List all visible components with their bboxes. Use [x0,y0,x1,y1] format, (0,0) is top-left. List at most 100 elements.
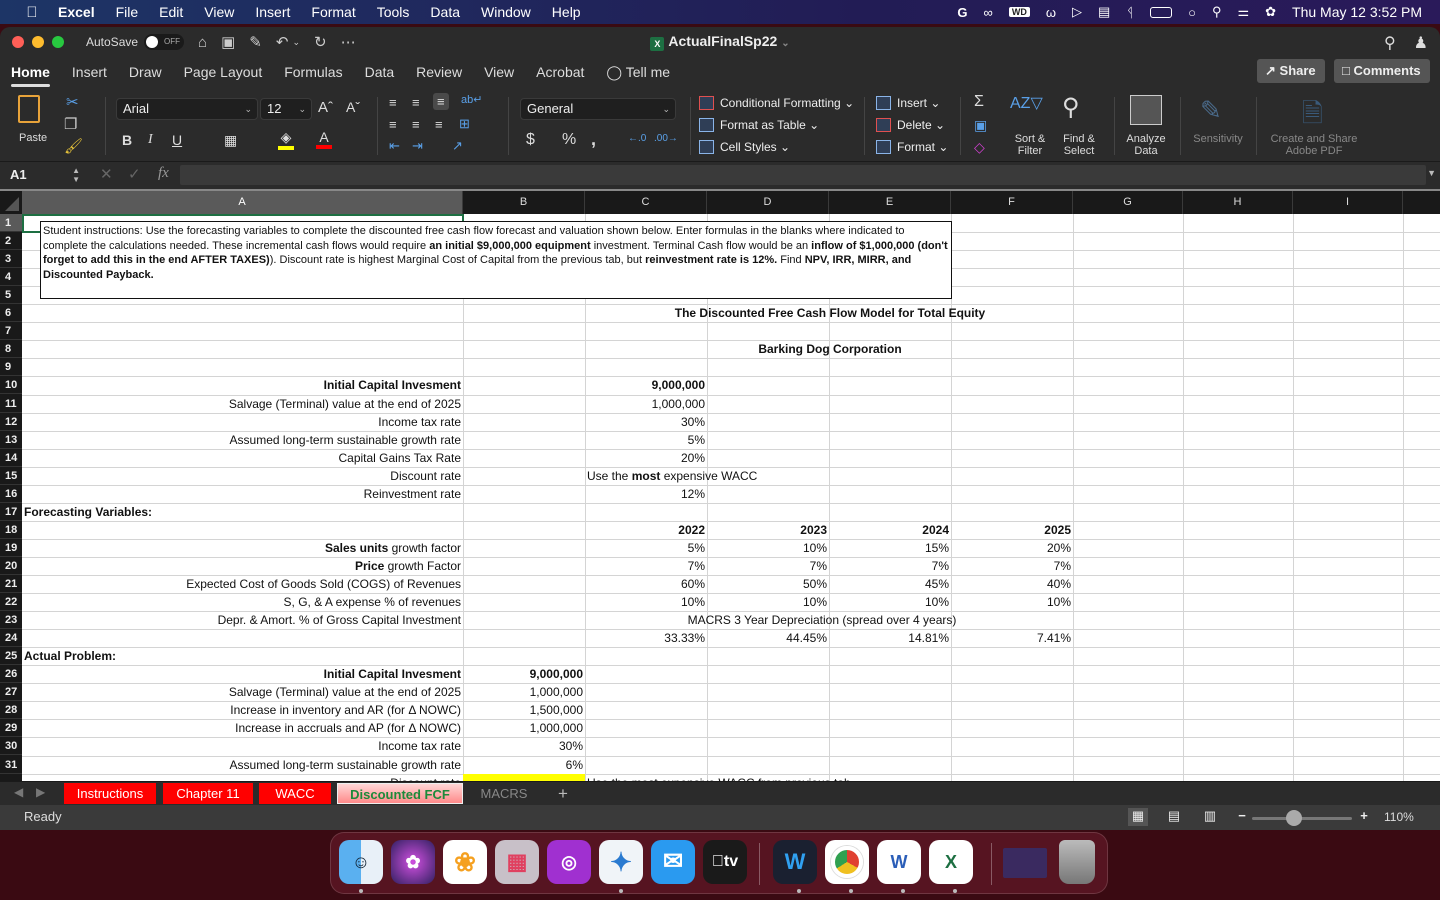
row-header-31[interactable]: 31 [0,756,22,774]
column-header-i[interactable]: I [1293,191,1403,214]
sensitivity-button[interactable]: Sensitivity [1188,133,1248,145]
close-window-button[interactable] [12,36,24,48]
row-header-2[interactable]: 2 [0,232,22,251]
tab-home[interactable]: Home [0,57,61,89]
sheet-tab-instructions[interactable]: Instructions [64,783,156,804]
forecast-value[interactable]: 5% [585,539,707,557]
redo-icon[interactable]: ↻ [314,33,327,51]
sheet-tab-chapter-11[interactable]: Chapter 11 [163,783,253,804]
increase-font-size-icon[interactable]: Aˆ [318,99,333,116]
save-as-icon[interactable]: ✎ [249,33,262,51]
dock-mail-icon[interactable]: ✉ [651,840,695,884]
column-header-g[interactable]: G [1073,191,1183,214]
borders-icon[interactable]: ▦ [224,132,237,149]
actual-problem-title[interactable]: Actual Problem: [22,647,463,665]
page-layout-view-icon[interactable]: ▤ [1164,808,1184,826]
row-header-27[interactable]: 27 [0,683,22,702]
actual-value[interactable]: 9,000,000 [463,665,585,683]
input-label[interactable]: Reinvestment rate [22,485,463,503]
discount-rate-note[interactable]: Use the most expensive WACC [585,467,885,485]
home-icon[interactable]: ⌂ [198,34,207,51]
normal-view-icon[interactable]: ▦ [1128,808,1148,826]
row-header-19[interactable]: 19 [0,539,22,557]
zoom-in-button[interactable]: + [1354,808,1374,826]
share-people-icon[interactable]: ♟ [1414,33,1428,53]
apple-menu-icon[interactable]:  [22,4,42,21]
row-header-8[interactable]: 8 [0,340,22,359]
merge-center-icon[interactable]: ⊞ [459,116,470,132]
row-header-18[interactable]: 18 [0,521,22,539]
menu-app-excel[interactable]: Excel [58,4,95,20]
undo-dropdown-icon[interactable]: ⌄ [292,37,300,48]
actual-value[interactable]: 1,000,000 [463,683,585,701]
menu-format[interactable]: Format [311,4,355,20]
forecast-value[interactable]: 7% [951,557,1073,575]
dock-podcasts-icon[interactable]: ◎ [547,840,591,884]
paste-button[interactable] [16,93,46,129]
row-header-21[interactable]: 21 [0,575,22,593]
year-header[interactable]: 2022 [585,521,707,539]
grammarly-icon[interactable]: G [957,5,967,20]
dock-siri-icon[interactable]: ✿ [391,840,435,884]
year-header[interactable]: 2025 [951,521,1073,539]
tab-acrobat[interactable]: Acrobat [525,57,595,89]
sheet-tab-macrs[interactable]: MACRS [470,783,538,804]
zoom-out-button[interactable]: − [1232,808,1252,826]
scroll-tabs-right-icon[interactable]: ▶ [36,785,45,799]
dock-chrome-icon[interactable] [825,840,869,884]
forecast-value[interactable]: 40% [951,575,1073,593]
column-header-a[interactable]: A [22,191,463,214]
menu-view[interactable]: View [204,4,234,20]
currency-icon[interactable]: $ [526,131,535,149]
battery-icon[interactable] [1150,6,1173,18]
name-box-stepper-icon[interactable]: ▲ ▼ [72,162,80,184]
sort-filter-button[interactable]: Sort & Filter [1008,133,1052,157]
font-color-icon[interactable]: A [316,129,332,149]
tab-view[interactable]: View [473,57,525,89]
macrs-value[interactable]: 33.33% [585,629,707,647]
actual-discount-note[interactable]: Use the most expensive WACC from previou… [585,774,885,781]
dock-photos-icon[interactable]: ❀ [443,840,487,884]
spotlight-icon[interactable]: ⚲ [1212,4,1222,20]
dock-excel-icon[interactable]: X [929,840,973,884]
row-header-15[interactable]: 15 [0,467,22,485]
column-header-e[interactable]: E [829,191,951,214]
number-format-dropdown[interactable]: General ⌄ [520,98,676,120]
cell-styles-button[interactable]: Cell Styles ⌄ [699,140,790,154]
sheet-tab-discounted-fcf[interactable]: Discounted FCF [337,783,463,804]
discount-rate-input-cell[interactable] [463,773,585,781]
row-header-22[interactable]: 22 [0,593,22,612]
format-cells-button[interactable]: Format ⌄ [876,140,948,154]
zoom-window-button[interactable] [52,36,64,48]
menu-file[interactable]: File [116,4,139,20]
siri-icon[interactable]: ✿ [1265,4,1276,20]
row-header-3[interactable]: 3 [0,250,22,269]
menu-tools[interactable]: Tools [377,4,410,20]
align-bottom-icon[interactable]: ≡ [433,93,449,110]
dock-safari-window-thumbnail[interactable] [1003,848,1047,878]
format-as-table-button[interactable]: Format as Table ⌄ [699,118,819,132]
input-value[interactable]: 5% [585,431,707,449]
column-header-c[interactable]: C [585,191,707,214]
comments-button[interactable]: □ Comments [1334,59,1430,83]
font-name-dropdown[interactable]: Arial ⌄ [116,98,258,120]
input-value[interactable]: 20% [585,449,707,467]
decrease-indent-icon[interactable]: ⇤ [389,138,400,154]
row-header-9[interactable]: 9 [0,358,22,377]
expand-formula-bar-icon[interactable]: ▼ [1427,168,1436,178]
insert-function-icon[interactable]: fx [158,165,169,182]
analyze-data-icon[interactable] [1130,95,1162,125]
year-header[interactable]: 2023 [707,521,829,539]
input-label[interactable]: Salvage (Terminal) value at the end of 2… [22,395,463,413]
row-header-14[interactable]: 14 [0,449,22,467]
input-label[interactable]: Discount rate [22,467,463,485]
play-icon[interactable]: ▷ [1072,4,1082,20]
align-right-icon[interactable]: ≡ [435,117,443,132]
bold-button[interactable]: B [122,132,132,148]
forecast-value[interactable]: 20% [951,539,1073,557]
tab-tell-me[interactable]: ◯ Tell me [595,57,681,89]
dock-launchpad-icon[interactable]: ▦ [495,840,539,884]
clock[interactable]: Thu May 12 3:52 PM [1292,4,1422,20]
row-header-1[interactable]: 1 [0,214,22,232]
increase-decimal-icon[interactable]: ←.0 [628,133,646,144]
